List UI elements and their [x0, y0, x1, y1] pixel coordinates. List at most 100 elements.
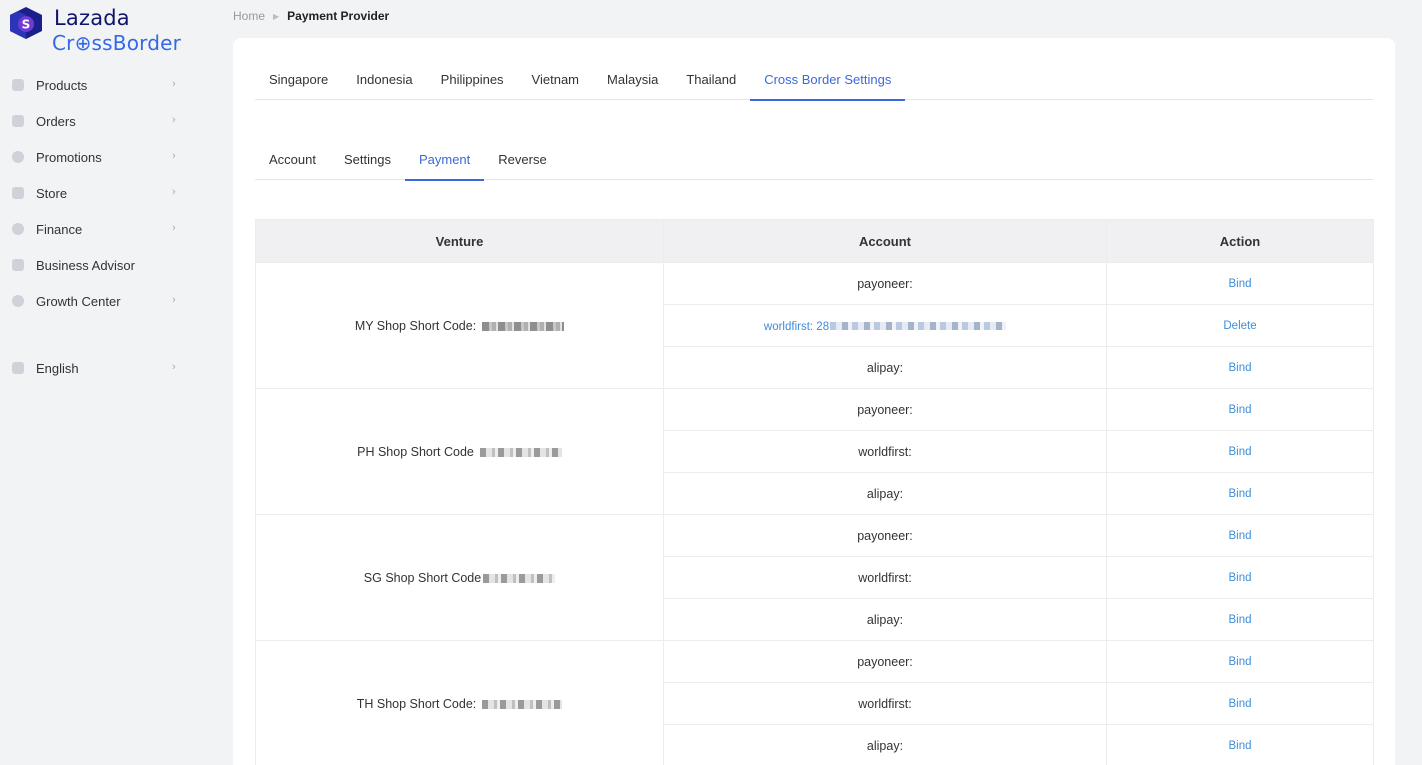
venture-label: TH Shop Short Code:: [356, 696, 477, 711]
tab-reverse[interactable]: Reverse: [484, 146, 560, 180]
bind-button[interactable]: Bind: [1106, 556, 1374, 599]
venture-label: PH Shop Short Code: [357, 444, 474, 459]
bind-button[interactable]: Bind: [1106, 388, 1374, 431]
sidebar: S Lazada Cr⊕ssBorder Products › Orders ›…: [0, 0, 215, 765]
svg-text:S: S: [22, 18, 31, 32]
tab-singapore[interactable]: Singapore: [255, 66, 342, 100]
chevron-right-icon: ›: [172, 186, 176, 198]
redacted-account-number: [830, 322, 1007, 331]
bind-button[interactable]: Bind: [1106, 640, 1374, 683]
tab-payment[interactable]: Payment: [404, 146, 485, 181]
bind-button[interactable]: Bind: [1106, 682, 1374, 725]
growth-icon: [12, 295, 24, 307]
sidebar-item-products[interactable]: Products ›: [0, 67, 215, 103]
finance-icon: [12, 223, 24, 235]
sidebar-item-finance[interactable]: Finance ›: [0, 211, 215, 247]
sidebar-item-label: Store: [36, 185, 68, 201]
chevron-right-icon: ›: [172, 294, 176, 306]
language-label: English: [36, 360, 79, 376]
worldfirst-account-link[interactable]: worldfirst: 28: [764, 321, 829, 333]
tab-vietnam[interactable]: Vietnam: [518, 66, 593, 100]
sidebar-item-orders[interactable]: Orders ›: [0, 103, 215, 139]
venture-cell-th: TH Shop Short Code:: [255, 640, 664, 765]
sidebar-item-growth-center[interactable]: Growth Center ›: [0, 283, 215, 319]
venture-cell-sg: SG Shop Short Code: [255, 514, 664, 641]
account-cell: worldfirst:: [663, 556, 1107, 599]
chevron-right-icon: ›: [172, 150, 176, 162]
redacted-shop-code: [483, 573, 556, 583]
lazada-logo-icon: S: [10, 7, 42, 39]
country-tabs: Singapore Indonesia Philippines Vietnam …: [255, 66, 1373, 101]
sidebar-item-business-advisor[interactable]: Business Advisor: [0, 247, 215, 283]
tab-account[interactable]: Account: [255, 146, 330, 180]
bind-button[interactable]: Bind: [1106, 514, 1374, 557]
account-cell: payoneer:: [663, 640, 1107, 683]
lazada-crossborder-logo[interactable]: S Lazada Cr⊕ssBorder: [7, 5, 207, 55]
account-cell: worldfirst:: [663, 682, 1107, 725]
account-cell: payoneer:: [663, 388, 1107, 431]
payment-provider-table: Venture Account Action MY Shop Short Cod…: [255, 219, 1374, 765]
table-header-row: Venture Account Action: [255, 219, 1374, 263]
brand-name: Lazada: [54, 6, 130, 30]
column-header-account: Account: [663, 219, 1107, 263]
main-card: Singapore Indonesia Philippines Vietnam …: [233, 38, 1395, 765]
venture-label: MY Shop Short Code:: [354, 318, 477, 333]
bind-button[interactable]: Bind: [1106, 724, 1374, 765]
chevron-right-icon: ›: [172, 222, 176, 234]
bind-button[interactable]: Bind: [1106, 598, 1374, 641]
table-row: SG Shop Short Code payoneer: Bind: [255, 514, 1374, 641]
account-cell: payoneer:: [663, 514, 1107, 557]
venture-cell-my: MY Shop Short Code:: [255, 262, 664, 389]
brand-sub-name: Cr⊕ssBorder: [52, 31, 182, 55]
page-title: Payment Provider: [287, 9, 390, 23]
advisor-icon: [12, 259, 24, 271]
promotion-icon: [12, 151, 24, 163]
breadcrumb-separator-icon: ▶: [273, 11, 280, 21]
redacted-shop-code: [482, 699, 563, 709]
bind-button[interactable]: Bind: [1106, 262, 1374, 305]
sidebar-item-label: Orders: [36, 113, 76, 129]
redacted-shop-code: [482, 321, 565, 331]
sidebar-menu: Products › Orders › Promotions › Store ›…: [0, 67, 215, 386]
language-icon: [12, 362, 24, 374]
bind-button[interactable]: Bind: [1106, 472, 1374, 515]
breadcrumb: Home ▶ Payment Provider: [233, 9, 389, 23]
account-cell: worldfirst: 28: [663, 304, 1107, 347]
tab-thailand[interactable]: Thailand: [672, 66, 750, 100]
redacted-shop-code: [479, 447, 562, 457]
tab-malaysia[interactable]: Malaysia: [593, 66, 672, 100]
table-row: MY Shop Short Code: payoneer: Bind: [255, 262, 1374, 389]
tab-indonesia[interactable]: Indonesia: [342, 66, 426, 100]
delete-button[interactable]: Delete: [1106, 304, 1374, 347]
tab-settings[interactable]: Settings: [330, 146, 405, 180]
bind-button[interactable]: Bind: [1106, 430, 1374, 473]
tab-cross-border-settings[interactable]: Cross Border Settings: [750, 66, 906, 101]
chevron-right-icon: ›: [172, 114, 176, 126]
orders-icon: [12, 115, 24, 127]
bind-button[interactable]: Bind: [1106, 346, 1374, 389]
account-cell: alipay:: [663, 724, 1107, 765]
sidebar-item-label: Growth Center: [36, 293, 121, 309]
account-cell: worldfirst:: [663, 430, 1107, 473]
account-cell: payoneer:: [663, 262, 1107, 305]
settings-sub-tabs: Account Settings Payment Reverse: [255, 146, 1373, 181]
sidebar-item-language[interactable]: English ›: [0, 350, 215, 386]
column-header-venture: Venture: [255, 219, 664, 263]
sidebar-item-promotions[interactable]: Promotions ›: [0, 139, 215, 175]
chevron-right-icon: ›: [172, 78, 176, 90]
venture-label: SG Shop Short Code: [363, 570, 482, 585]
sidebar-item-store[interactable]: Store ›: [0, 175, 215, 211]
venture-cell-ph: PH Shop Short Code: [255, 388, 664, 515]
tab-philippines[interactable]: Philippines: [427, 66, 518, 100]
sidebar-item-label: Products: [36, 77, 88, 93]
account-cell: alipay:: [663, 346, 1107, 389]
table-row: PH Shop Short Code payoneer: Bind: [255, 388, 1374, 515]
account-cell: alipay:: [663, 472, 1107, 515]
chevron-right-icon: ›: [172, 361, 176, 373]
account-cell: alipay:: [663, 598, 1107, 641]
menu-spacer: [0, 319, 215, 350]
sidebar-item-label: Finance: [36, 221, 83, 237]
sidebar-item-label: Business Advisor: [36, 257, 135, 273]
breadcrumb-home-link[interactable]: Home: [233, 9, 265, 23]
box-icon: [12, 79, 24, 91]
